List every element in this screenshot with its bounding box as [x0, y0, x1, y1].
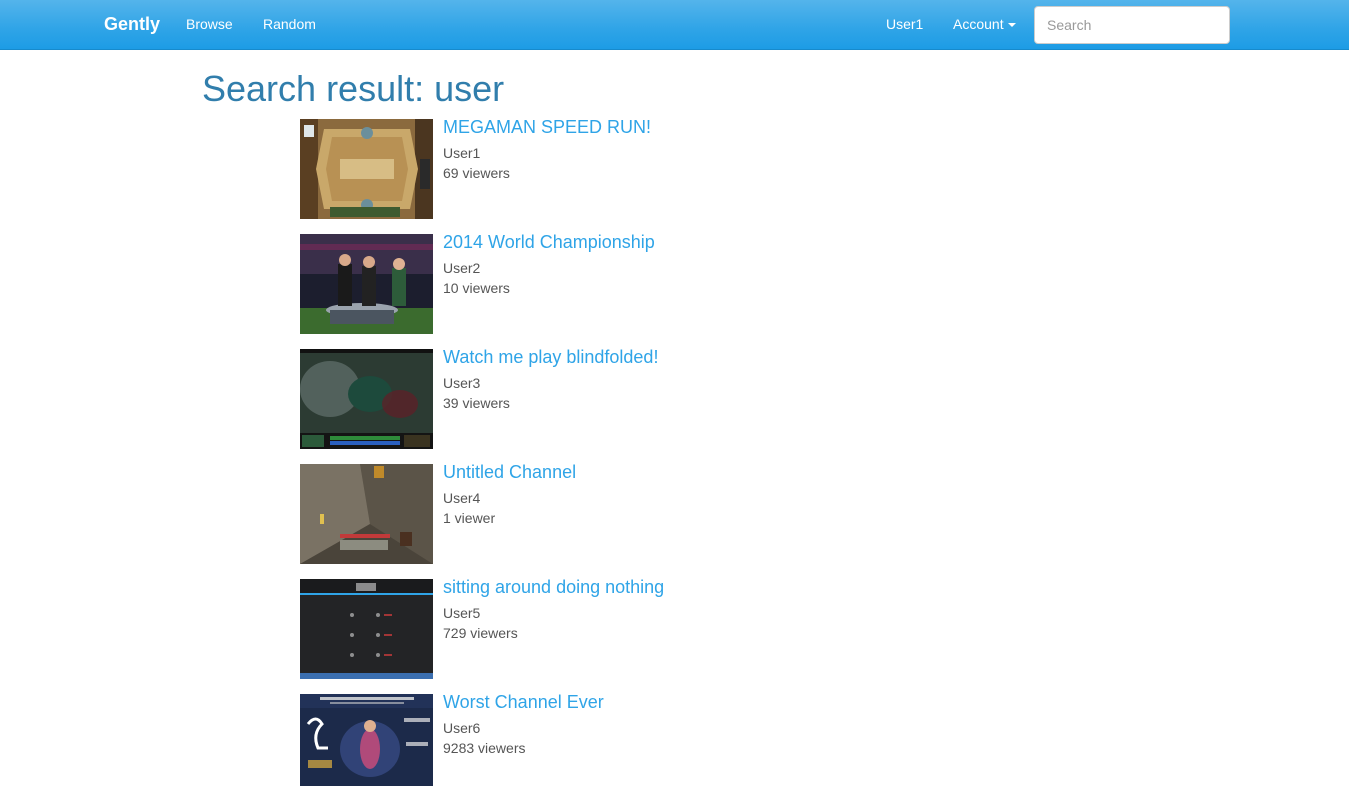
nav-random-link[interactable]: Random [263, 16, 316, 32]
result-username: User1 [443, 145, 481, 161]
stream-thumbnail[interactable] [300, 464, 433, 564]
nav-user-link[interactable]: User1 [886, 16, 923, 32]
page-title: Search result: user [202, 68, 505, 109]
stream-thumbnail[interactable] [300, 119, 433, 219]
stream-thumbnail[interactable] [300, 579, 433, 679]
result-title-link[interactable]: 2014 World Championship [443, 232, 655, 253]
nav-browse-link[interactable]: Browse [186, 16, 233, 32]
account-label: Account [953, 16, 1004, 32]
result-item: Untitled Channel User4 1 viewer [300, 462, 800, 564]
result-username: User2 [443, 260, 481, 276]
top-navbar: Gently Browse Random User1 Account [0, 0, 1349, 50]
result-item: Worst Channel Ever User6 9283 viewers [300, 692, 800, 794]
result-title-link[interactable]: Watch me play blindfolded! [443, 347, 658, 368]
stream-thumbnail[interactable] [300, 234, 433, 334]
result-title-link[interactable]: MEGAMAN SPEED RUN! [443, 117, 651, 138]
result-title-link[interactable]: sitting around doing nothing [443, 577, 664, 598]
result-viewer-count: 729 viewers [443, 625, 518, 641]
result-username: User5 [443, 605, 481, 621]
result-item: sitting around doing nothing User5 729 v… [300, 577, 800, 679]
result-viewer-count: 69 viewers [443, 165, 510, 181]
result-item: Watch me play blindfolded! User3 39 view… [300, 347, 800, 449]
stream-thumbnail[interactable] [300, 349, 433, 449]
result-item: MEGAMAN SPEED RUN! User1 69 viewers [300, 117, 800, 219]
caret-down-icon [1007, 23, 1016, 28]
stream-thumbnail[interactable] [300, 694, 433, 794]
search-input[interactable] [1034, 6, 1230, 44]
result-title-link[interactable]: Untitled Channel [443, 462, 576, 483]
result-viewer-count: 9283 viewers [443, 740, 526, 756]
result-viewer-count: 10 viewers [443, 280, 510, 296]
result-viewer-count: 1 viewer [443, 510, 496, 526]
brand-logo[interactable]: Gently [104, 14, 160, 35]
result-username: User4 [443, 490, 481, 506]
result-viewer-count: 39 viewers [443, 395, 510, 411]
result-title-link[interactable]: Worst Channel Ever [443, 692, 604, 713]
result-item: 2014 World Championship User2 10 viewers [300, 232, 800, 334]
account-dropdown[interactable]: Account [953, 16, 1016, 32]
result-username: User3 [443, 375, 481, 391]
result-username: User6 [443, 720, 481, 736]
